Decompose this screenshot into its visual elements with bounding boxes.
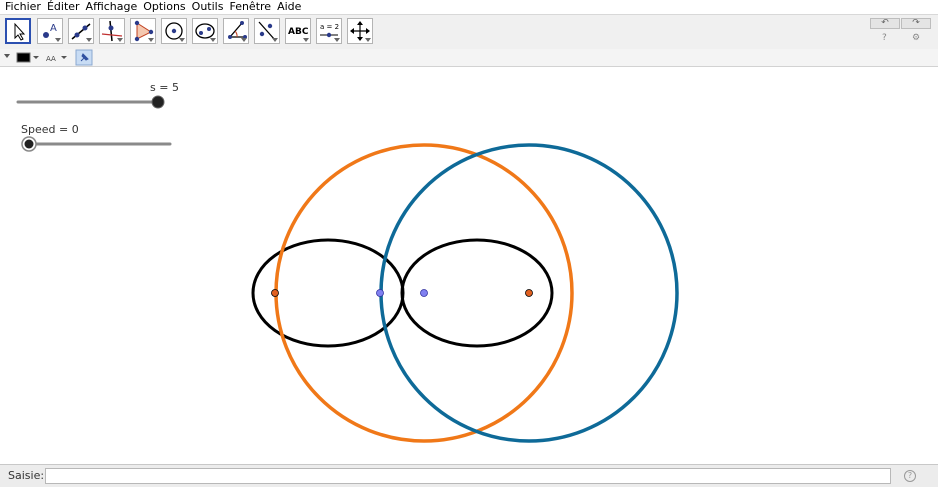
line-tool-button[interactable] [68, 18, 94, 44]
dropdown-triangle-icon [86, 38, 92, 42]
point-violet-left[interactable] [376, 289, 384, 297]
style-bar: AA [0, 49, 938, 67]
menu-fenetre[interactable]: Fenêtre [229, 0, 271, 13]
input-bar: Saisie: ? [0, 464, 938, 487]
undo-button[interactable]: ↶ [870, 18, 900, 29]
menu-options[interactable]: Options [143, 0, 185, 13]
slider-tool-button[interactable]: a = 2 [316, 18, 342, 44]
redo-button[interactable]: ↷ [901, 18, 931, 29]
move-view-tool-button[interactable] [347, 18, 373, 44]
slider-speed-knob[interactable] [24, 139, 34, 149]
color-swatch[interactable] [16, 52, 31, 63]
dropdown-triangle-icon [117, 38, 123, 42]
text-tool-button[interactable]: ABC [285, 18, 311, 44]
svg-text:A: A [50, 23, 57, 34]
style-bar-controls: AA [4, 49, 93, 66]
polygon-tool-button[interactable] [130, 18, 156, 44]
angle-tool-button[interactable] [223, 18, 249, 44]
dropdown-triangle-icon [272, 38, 278, 42]
font-size-dropdown-icon[interactable] [61, 56, 67, 59]
dropdown-triangle-icon [303, 38, 309, 42]
dropdown-triangle-icon [55, 38, 61, 42]
dropdown-triangle-icon [179, 38, 185, 42]
color-dropdown-icon[interactable] [33, 56, 39, 59]
geometry-canvas[interactable] [0, 67, 938, 463]
font-size-glyph[interactable]: AA [46, 55, 56, 63]
menu-affichage[interactable]: Affichage [86, 0, 138, 13]
stylebar-toggle-icon[interactable] [4, 54, 10, 58]
text-tool-label: ABC [288, 27, 309, 37]
point-focus-left[interactable] [271, 289, 279, 297]
dropdown-triangle-icon [241, 38, 247, 42]
menu-outils[interactable]: Outils [192, 0, 224, 13]
dropdown-triangle-icon [210, 38, 216, 42]
point-tool-button[interactable]: A [37, 18, 63, 44]
help-icon[interactable]: ? [882, 33, 887, 43]
circle-tool-button[interactable] [161, 18, 187, 44]
conic-tool-button[interactable] [192, 18, 218, 44]
menu-fichier[interactable]: Fichier [5, 0, 41, 13]
slider-tool-label: a = 2 [320, 23, 339, 31]
cursor-arrow-icon [14, 22, 26, 41]
input-field[interactable] [45, 468, 891, 484]
menu-bar: Fichier Éditer Affichage Options Outils Fenêt… [0, 0, 938, 14]
input-label: Saisie: [8, 469, 45, 482]
dropdown-triangle-icon [365, 38, 371, 42]
perpendicular-tool-button[interactable] [99, 18, 125, 44]
move-tool-button[interactable] [5, 18, 31, 44]
point-violet-right[interactable] [420, 289, 428, 297]
graphics-view[interactable]: s = 5 Speed = 0 [0, 67, 938, 463]
menu-editer[interactable]: Éditer [47, 0, 80, 13]
point-focus-right[interactable] [525, 289, 533, 297]
input-help-icon[interactable]: ? [904, 470, 916, 482]
dropdown-triangle-icon [334, 38, 340, 42]
slider-s-knob[interactable] [151, 95, 165, 109]
menu-aide[interactable]: Aide [277, 0, 301, 13]
settings-gear-icon[interactable]: ⚙ [912, 33, 920, 43]
reflect-tool-button[interactable] [254, 18, 280, 44]
dropdown-triangle-icon [148, 38, 154, 42]
toolbar: A ABC a = 2 ↶ ↷ ? ⚙ [0, 14, 938, 50]
